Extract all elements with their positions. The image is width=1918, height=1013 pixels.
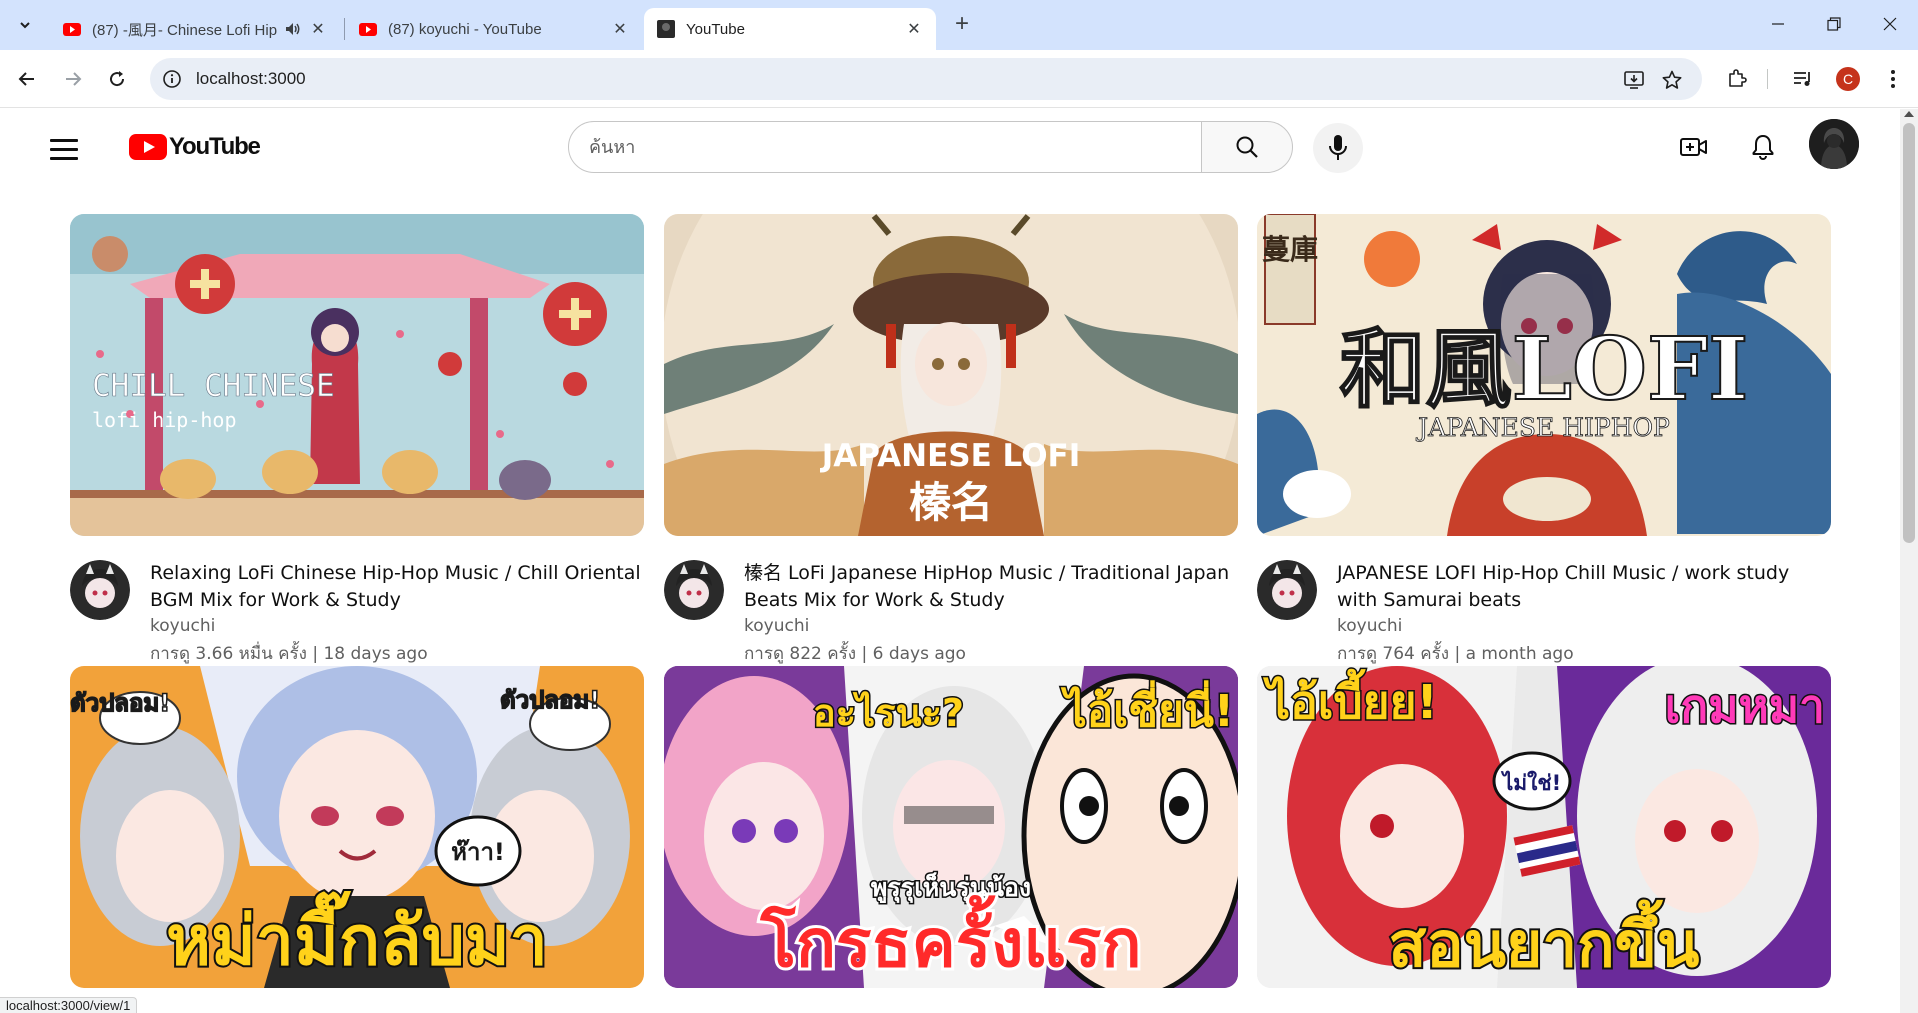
thumbnail-caption: JAPANESE LOFI xyxy=(820,438,1081,474)
reload-icon[interactable] xyxy=(102,64,132,94)
channel-avatar[interactable] xyxy=(1257,560,1317,620)
video-thumbnail[interactable]: อะไรนะ? ไอ้เชี่ยนี่! พูรุรุเห็นรุ่นน้อง … xyxy=(664,666,1238,988)
thumbnail-caption: ตัวปลอม! xyxy=(500,686,600,714)
search-input[interactable] xyxy=(589,122,1169,172)
thumbnail-caption: JAPANESE HIPHOP xyxy=(1415,413,1670,442)
channel-avatar[interactable] xyxy=(664,560,724,620)
toolbar-divider xyxy=(1767,69,1768,89)
thumbnail-caption: lofi hip-hop xyxy=(92,408,237,432)
thumbnail-caption: ไม่ใช่! xyxy=(1501,770,1562,795)
video-thumbnail[interactable]: JAPANESE LOFI 榛名 xyxy=(664,214,1238,536)
close-tab-icon[interactable]: ✕ xyxy=(610,19,630,39)
thumbnail-caption: ห๊าา! xyxy=(451,838,505,866)
search-box[interactable] xyxy=(568,121,1202,173)
video-title[interactable]: JAPANESE LOFI Hip-Hop Chill Music / work… xyxy=(1337,560,1831,614)
channel-name[interactable]: koyuchi xyxy=(1337,616,1402,636)
video-thumbnail[interactable]: 蔓庫 和風LOFI JAPANESE HIPHOP xyxy=(1257,214,1831,536)
page-viewport: YouTube ค้นหา CHILL CHINESE lofi hip-hop… xyxy=(0,109,1900,1013)
hamburger-menu-icon[interactable] xyxy=(48,133,80,165)
address-bar[interactable]: localhost:3000 xyxy=(150,58,1702,100)
youtube-logo[interactable]: YouTube xyxy=(129,133,261,161)
thumbnail-caption: หม่ามี๊กลับมา xyxy=(166,890,548,981)
thumbnail-caption: อะไรนะ? xyxy=(813,691,964,735)
thumbnail-caption: พูรุรุเห็นรุ่นน้อง xyxy=(871,872,1031,904)
tab-search-icon[interactable] xyxy=(10,10,40,40)
video-stats: การดู 822 ครั้ง | 6 days ago xyxy=(744,644,966,664)
youtube-icon xyxy=(359,23,377,36)
video-thumbnail[interactable]: CHILL CHINESE lofi hip-hop xyxy=(70,214,644,536)
video-title[interactable]: Relaxing LoFi Chinese Hip-Hop Music / Ch… xyxy=(150,560,644,614)
dark-thumb-icon xyxy=(657,20,675,38)
video-thumbnail[interactable]: ไม่ใช่! ไอ้เบี้ยย! เกมหมา สอนยากขึ้น xyxy=(1257,666,1831,988)
thumbnail-caption: ไอ้เบี้ยย! xyxy=(1262,668,1438,729)
microphone-icon xyxy=(1329,135,1347,160)
media-control-icon[interactable] xyxy=(1790,66,1816,92)
extensions-icon[interactable] xyxy=(1724,66,1750,92)
new-tab-button[interactable]: + xyxy=(948,11,976,39)
thumbnail-caption: 和風LOFI xyxy=(1340,319,1749,420)
profile-avatar[interactable]: C xyxy=(1836,67,1860,91)
site-info-icon[interactable] xyxy=(162,69,182,89)
thumbnail-caption: 蔓庫 xyxy=(1262,233,1318,266)
tab-title: (87) koyuchi - YouTube xyxy=(388,20,542,38)
channel-name[interactable]: koyuchi xyxy=(744,616,809,636)
channel-name[interactable]: koyuchi xyxy=(150,616,215,636)
create-video-icon[interactable] xyxy=(1678,131,1710,163)
browser-tab-strip: (87) -風月- Chinese Lofi Hip ✕ (87) koyuch… xyxy=(0,0,1918,50)
restore-icon[interactable] xyxy=(1806,6,1862,42)
browser-tab-2[interactable]: (87) koyuchi - YouTube ✕ xyxy=(346,8,642,50)
browser-menu-icon[interactable] xyxy=(1880,66,1906,92)
url-text[interactable]: localhost:3000 xyxy=(196,69,306,89)
close-tab-icon[interactable]: ✕ xyxy=(904,19,924,39)
youtube-play-icon xyxy=(129,134,167,160)
video-thumbnail[interactable]: ตัวปลอม! ตัวปลอม! ห๊าา! หม่ามี๊กลับมา xyxy=(70,666,644,988)
scrollbar-thumb[interactable] xyxy=(1903,123,1915,543)
search-icon xyxy=(1236,136,1258,158)
thumbnail-caption: สอนยากขึ้น xyxy=(1389,899,1700,981)
page-scrollbar[interactable] xyxy=(1900,109,1918,1013)
browser-tab-1[interactable]: (87) -風月- Chinese Lofi Hip ✕ xyxy=(50,8,340,50)
video-stats: การดู 764 ครั้ง | a month ago xyxy=(1337,644,1574,664)
video-meta: JAPANESE LOFI Hip-Hop Chill Music / work… xyxy=(1257,550,1831,664)
voice-search-button[interactable] xyxy=(1313,123,1363,173)
bookmark-star-icon[interactable] xyxy=(1660,68,1684,92)
account-avatar[interactable] xyxy=(1809,119,1859,169)
link-status-url: localhost:3000/view/1 xyxy=(0,997,138,1013)
scroll-up-arrow-icon[interactable] xyxy=(1904,111,1914,117)
close-tab-icon[interactable]: ✕ xyxy=(308,19,328,39)
thumbnail-caption: 榛名 xyxy=(909,478,993,527)
thumbnail-caption: เกมหมา xyxy=(1665,679,1825,733)
forward-icon[interactable] xyxy=(58,64,88,94)
notifications-bell-icon[interactable] xyxy=(1747,131,1779,163)
thumbnail-caption: ไอ้เชี่ยนี่! xyxy=(1061,680,1234,737)
youtube-logo-text: YouTube xyxy=(169,133,261,160)
video-stats: การดู 3.66 หมื่น ครั้ง | 18 days ago xyxy=(150,644,428,664)
video-meta: Relaxing LoFi Chinese Hip-Hop Music / Ch… xyxy=(70,550,644,664)
tab-title: (87) -風月- Chinese Lofi Hip xyxy=(92,21,278,39)
tab-title: YouTube xyxy=(686,20,745,38)
channel-avatar[interactable] xyxy=(70,560,130,620)
youtube-icon xyxy=(63,23,81,36)
thumbnail-caption: CHILL CHINESE xyxy=(92,368,335,404)
video-meta: 榛名 LoFi Japanese HipHop Music / Traditio… xyxy=(664,550,1238,664)
thumbnail-caption: โกรธครั้งแรก xyxy=(760,894,1142,982)
browser-tab-3-active[interactable]: YouTube ✕ xyxy=(644,8,936,50)
install-app-icon[interactable] xyxy=(1622,68,1646,92)
video-title[interactable]: 榛名 LoFi Japanese HipHop Music / Traditio… xyxy=(744,560,1238,614)
minimize-icon[interactable] xyxy=(1750,6,1806,42)
close-window-icon[interactable] xyxy=(1862,6,1918,42)
thumbnail-caption: ตัวปลอม! xyxy=(70,689,170,717)
audio-playing-icon[interactable] xyxy=(284,20,302,38)
back-icon[interactable] xyxy=(12,64,42,94)
tab-separator xyxy=(344,18,345,40)
browser-toolbar: localhost:3000 C xyxy=(0,50,1918,108)
search-button[interactable] xyxy=(1201,121,1293,173)
